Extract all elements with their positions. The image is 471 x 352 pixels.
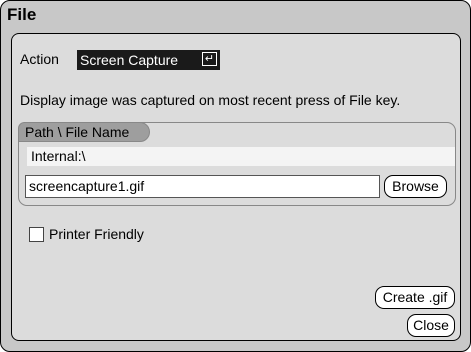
browse-button[interactable]: Browse	[384, 175, 447, 198]
action-label: Action	[20, 51, 59, 67]
printer-friendly-label: Printer Friendly	[49, 226, 144, 242]
path-file-group: Path \ File Name Internal:\ screencaptur…	[18, 122, 456, 206]
group-tab: Path \ File Name	[18, 122, 150, 142]
create-gif-button[interactable]: Create .gif	[375, 286, 455, 309]
printer-friendly-checkbox[interactable]	[29, 227, 44, 242]
info-text: Display image was captured on most recen…	[20, 92, 401, 108]
path-display: Internal:\	[27, 147, 455, 166]
enter-key-icon: ↵	[202, 52, 217, 66]
file-dialog: File Action Screen Capture ↵ Display ima…	[0, 0, 471, 352]
group-title: Path \ File Name	[25, 124, 130, 140]
action-selected-value: Screen Capture	[80, 52, 179, 68]
close-button[interactable]: Close	[407, 314, 455, 337]
action-select[interactable]: Screen Capture ↵	[77, 50, 220, 70]
dialog-panel: Action Screen Capture ↵ Display image wa…	[11, 33, 461, 341]
dialog-title: File	[7, 5, 37, 24]
filename-input[interactable]: screencapture1.gif	[25, 175, 380, 198]
